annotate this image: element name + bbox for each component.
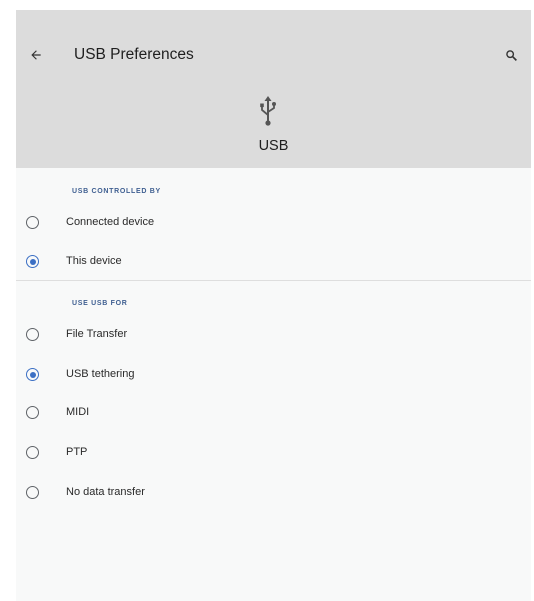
option-ptp[interactable]: PTP [16,434,531,472]
search-icon [505,49,517,61]
option-label: PTP [66,446,88,458]
radio-button-selected[interactable] [26,368,39,381]
option-connected-device[interactable]: Connected device [16,204,531,242]
page-title: USB Preferences [74,46,194,63]
option-label: This device [66,255,122,267]
radio-button[interactable] [26,406,39,419]
option-label: MIDI [66,406,90,418]
arrow-back-icon [31,50,41,60]
option-no-data-transfer[interactable]: No data transfer [16,474,531,512]
app-bar: USB Preferences USB [16,10,531,168]
option-this-device[interactable]: This device [16,243,531,281]
radio-button[interactable] [26,216,39,229]
divider [16,280,531,281]
usb-preferences-screen: USB Preferences USB USB CONTROLLED BY Co… [16,10,531,601]
option-label: Connected device [66,216,155,228]
option-file-transfer[interactable]: File Transfer [16,316,531,354]
option-label: File Transfer [66,328,128,340]
radio-button-selected[interactable] [26,255,39,268]
option-label: USB tethering [66,368,135,380]
usb-icon [260,96,276,126]
option-label: No data transfer [66,486,145,498]
usb-label: USB [258,138,289,154]
radio-button[interactable] [26,328,39,341]
search-button[interactable] [500,44,522,66]
radio-button[interactable] [26,486,39,499]
usb-controlled-by-header: USB CONTROLLED BY [72,188,161,195]
option-usb-tethering[interactable]: USB tethering [16,356,531,394]
option-midi[interactable]: MIDI [16,394,531,432]
back-button[interactable] [24,43,48,67]
radio-button[interactable] [26,446,39,459]
use-usb-for-header: USE USB FOR [72,300,128,307]
